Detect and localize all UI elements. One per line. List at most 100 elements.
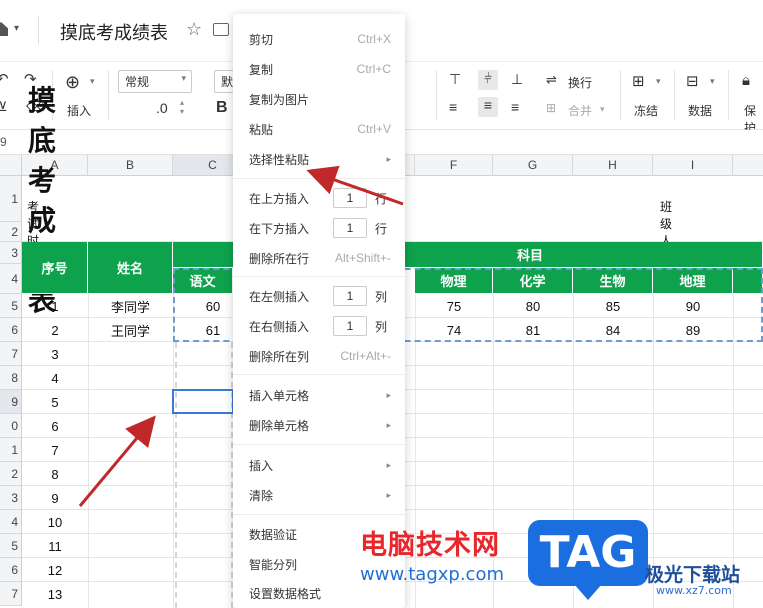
exam-time-label[interactable]: 考试时间: <box>27 200 42 265</box>
cell-index[interactable]: 13 <box>22 582 88 606</box>
row-header[interactable]: 1 <box>0 438 22 462</box>
select-all-corner[interactable] <box>0 155 22 176</box>
align-center-icon[interactable]: ≡ <box>478 97 498 117</box>
wrap-label[interactable]: 换行 <box>568 74 592 91</box>
menu-item-paste-special[interactable]: 选择性粘贴 ▸ <box>233 144 405 174</box>
menu-label: 智能分列 <box>249 557 298 572</box>
row-header[interactable]: 1 <box>0 176 22 222</box>
cell-index[interactable]: 8 <box>22 462 88 486</box>
divider <box>38 16 39 44</box>
home-icon[interactable] <box>0 22 8 36</box>
row-header[interactable]: 5 <box>0 294 22 318</box>
column-header-f[interactable]: F <box>415 155 493 176</box>
bold-icon[interactable]: B <box>216 99 228 117</box>
menu-item-insert-above[interactable]: 在上方插入 1 行 <box>233 183 405 213</box>
row-header[interactable]: 7 <box>0 582 22 606</box>
cell-index[interactable]: 9 <box>22 486 88 510</box>
cell-index[interactable]: 11 <box>22 534 88 558</box>
number-format-select[interactable]: 常规 ▾ <box>118 70 192 93</box>
chevron-down-icon[interactable]: ▾ <box>14 23 19 34</box>
count-input[interactable]: 1 <box>333 286 367 306</box>
row-header[interactable]: 9 <box>0 390 22 414</box>
chevron-down-icon[interactable]: ▾ <box>600 104 605 115</box>
row-header[interactable]: 5 <box>0 534 22 558</box>
data-icon[interactable]: ⊟ <box>686 72 699 90</box>
chevron-down-icon[interactable]: ▾ <box>90 76 95 87</box>
align-right-icon[interactable]: ≡ <box>511 99 519 115</box>
menu-item-paste[interactable]: 粘贴 Ctrl+V <box>233 114 405 144</box>
cell-index[interactable]: 12 <box>22 558 88 582</box>
cell-name[interactable]: 王同学 <box>88 318 173 342</box>
cell-reference[interactable]: 9 <box>0 135 7 149</box>
cell-index[interactable]: 3 <box>22 342 88 366</box>
font-name-select[interactable]: 默 <box>214 70 234 93</box>
column-header-i[interactable]: I <box>653 155 733 176</box>
row-header[interactable]: 3 <box>0 486 22 510</box>
row-header[interactable]: 4 <box>0 510 22 534</box>
menu-item-delete-cells[interactable]: 删除单元格 ▸ <box>233 410 405 440</box>
column-header-b[interactable]: B <box>88 155 173 176</box>
row-header[interactable]: 6 <box>0 558 22 582</box>
row-header[interactable]: 2 <box>0 462 22 486</box>
align-middle-icon[interactable]: ⫩ <box>478 70 498 90</box>
decimal-stepper[interactable]: ▴ ▾ <box>180 98 184 116</box>
count-input[interactable]: 1 <box>333 218 367 238</box>
menu-item-insert[interactable]: 插入 ▸ <box>233 450 405 480</box>
menu-item-copy-as-image[interactable]: 复制为图片 <box>233 84 405 114</box>
row-header[interactable]: 4 <box>0 264 22 294</box>
menu-item-copy[interactable]: 复制 Ctrl+C <box>233 54 405 84</box>
cell-index[interactable]: 2 <box>22 318 88 342</box>
header-name[interactable]: 姓名 <box>88 242 173 294</box>
column-header-h[interactable]: H <box>573 155 653 176</box>
row-header[interactable]: 2 <box>0 222 22 242</box>
row-header[interactable]: 3 <box>0 242 22 264</box>
cell-index[interactable]: 7 <box>22 438 88 462</box>
count-input[interactable]: 1 <box>333 316 367 336</box>
row-header[interactable]: 0 <box>0 414 22 438</box>
menu-item-insert-left[interactable]: 在左侧插入 1 列 <box>233 281 405 311</box>
cell-index[interactable]: 10 <box>22 510 88 534</box>
cell-index[interactable]: 1 <box>22 294 88 318</box>
undo-icon[interactable]: ↶ <box>0 70 9 88</box>
column-header-j[interactable] <box>733 155 763 176</box>
cell-index[interactable]: 4 <box>22 366 88 390</box>
align-left-icon[interactable]: ≡ <box>449 99 457 115</box>
wrap-icon[interactable]: ⇌ <box>546 72 557 88</box>
menu-item-cut[interactable]: 剪切 Ctrl+X <box>233 24 405 54</box>
menu-item-insert-below[interactable]: 在下方插入 1 行 <box>233 213 405 243</box>
data-label[interactable]: 数据 <box>688 102 712 119</box>
format-painter-icon[interactable]: ⊻ <box>0 99 8 115</box>
selected-cell[interactable] <box>172 389 234 414</box>
align-bottom-icon[interactable]: ⊥ <box>511 71 523 88</box>
insert-label[interactable]: 插入 <box>67 102 91 119</box>
row-header[interactable]: 6 <box>0 318 22 342</box>
move-to-folder-icon[interactable] <box>213 23 229 36</box>
menu-item-delete-row[interactable]: 删除所在行 Alt+Shift+- <box>233 243 405 273</box>
star-icon[interactable]: ☆ <box>186 19 202 40</box>
column-header-g[interactable]: G <box>493 155 573 176</box>
chevron-down-icon[interactable]: ▾ <box>656 76 661 87</box>
header-index[interactable]: 序号 <box>22 242 88 294</box>
merge-icon[interactable]: ⊞ <box>546 101 556 115</box>
document-title[interactable]: 摸底考成绩表 <box>60 19 168 45</box>
row-header[interactable]: 7 <box>0 342 22 366</box>
menu-item-insert-cells[interactable]: 插入单元格 ▸ <box>233 380 405 410</box>
menu-label: 插入单元格 <box>249 388 310 403</box>
freeze-label[interactable]: 冻结 <box>634 102 658 119</box>
align-top-icon[interactable]: ⊤ <box>449 71 461 88</box>
merge-label[interactable]: 合并 <box>568 102 592 119</box>
menu-item-delete-col[interactable]: 删除所在列 Ctrl+Alt+- <box>233 341 405 371</box>
class-count-label[interactable]: 班级人数: <box>660 200 675 265</box>
freeze-icon[interactable]: ⊞ <box>632 72 645 90</box>
chevron-down-icon[interactable]: ▾ <box>710 76 715 87</box>
insert-plus-icon[interactable]: ⊕ <box>65 72 80 93</box>
cell-index[interactable]: 6 <box>22 414 88 438</box>
cell-name[interactable]: 李同学 <box>88 294 173 318</box>
cell-index[interactable]: 5 <box>22 390 88 414</box>
count-input[interactable]: 1 <box>333 188 367 208</box>
lock-icon[interactable]: 🔒︎ <box>742 72 750 89</box>
menu-item-clear[interactable]: 清除 ▸ <box>233 480 405 510</box>
menu-item-insert-right[interactable]: 在右侧插入 1 列 <box>233 311 405 341</box>
unit-label: 列 <box>375 319 388 334</box>
row-header[interactable]: 8 <box>0 366 22 390</box>
